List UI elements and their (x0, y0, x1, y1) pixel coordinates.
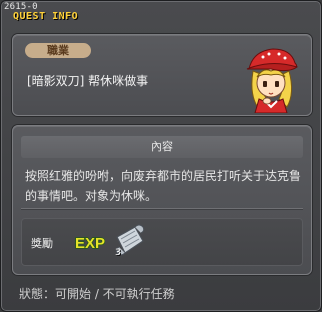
item-count: 3 (115, 248, 121, 258)
quest-content-panel: 內容 按照红雅的吩咐，向废弃都市的居民打听关于达克鲁的事情吧。对象为休咪。 獎勵… (12, 125, 312, 275)
exp-icon: EXP (74, 234, 105, 252)
quest-info-window: 2615-0 QUEST INFO 職業 [暗影双刀] 帮休咪做事 內容 按照红… (0, 0, 322, 312)
section-divider (21, 208, 303, 209)
quest-status: 狀態：可開始 / 不可執行任務 (19, 287, 175, 301)
window-title: QUEST INFO (13, 11, 79, 22)
job-panel: 職業 [暗影双刀] 帮休咪做事 (12, 34, 312, 116)
reward-label: 獎勵 (31, 237, 53, 250)
quest-name: [暗影双刀] 帮休咪做事 (27, 74, 149, 88)
reward-section: 獎勵 EXP 3 (21, 218, 303, 266)
character-avatar (246, 48, 299, 113)
exp-text: EXP (75, 235, 105, 252)
job-label: 職業 (25, 43, 91, 58)
content-header: 內容 (21, 136, 303, 158)
quest-description: 按照红雅的吩咐，向废弃都市的居民打听关于达克鲁的事情吧。对象为休咪。 (25, 169, 302, 203)
